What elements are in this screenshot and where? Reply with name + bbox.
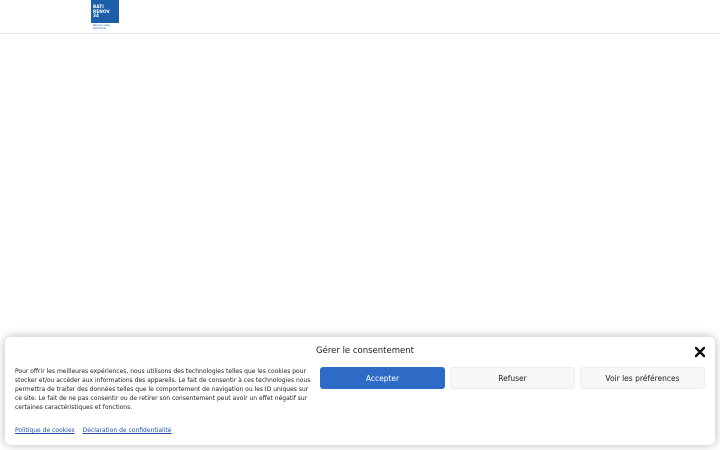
page-content (0, 35, 720, 335)
logo-tagline: Rénover votre patrimoine (93, 24, 110, 30)
cookie-consent-banner: Gérer le consentement Pour offrir les me… (5, 337, 715, 445)
site-header: BATI RENOV 34 Rénover votre patrimoine (0, 0, 720, 34)
cookie-policy-link[interactable]: Politique de cookies (15, 427, 75, 434)
site-logo[interactable]: BATI RENOV 34 Rénover votre patrimoine (91, 0, 119, 32)
accept-button[interactable]: Accepter (320, 367, 445, 389)
consent-links: Politique de cookies Déclaration de conf… (15, 427, 177, 434)
preferences-button[interactable]: Voir les préférences (580, 367, 705, 389)
consent-description: Pour offrir les meilleures expériences, … (15, 368, 311, 411)
logo-mark: BATI RENOV 34 (91, 0, 119, 23)
logo-line-3: 34 (93, 13, 100, 19)
privacy-statement-link[interactable]: Déclaration de confidentialité (83, 427, 172, 434)
close-icon-graphic (694, 346, 706, 358)
consent-title: Gérer le consentement (316, 346, 414, 356)
refuse-button[interactable]: Refuser (450, 367, 575, 389)
close-icon[interactable] (693, 345, 707, 359)
